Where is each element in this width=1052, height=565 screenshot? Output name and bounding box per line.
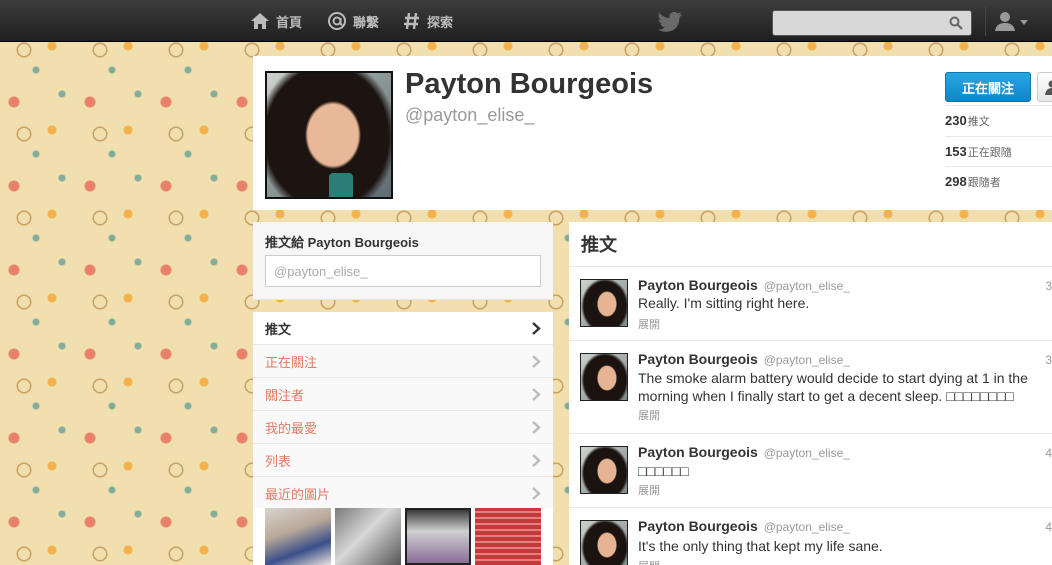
tweet-text: It's the only thing that kept my life sa… [638,538,883,554]
tweet-avatar[interactable] [580,279,628,327]
profile-avatar[interactable] [265,71,393,199]
tweet-item[interactable]: Payton Bourgeois @payton_elise_ 4 It's t… [569,508,1052,565]
tweet-item[interactable]: Payton Bourgeois @payton_elise_ 3 Really… [569,267,1052,341]
side-nav-label: 正在關注 [265,354,318,370]
tweet-item[interactable]: Payton Bourgeois @payton_elise_ 3 The sm… [569,341,1052,434]
chevron-down-icon [1020,20,1028,25]
stat-tweets-label: 推文 [967,115,990,128]
tweet-expand-link[interactable]: 展開 [638,482,660,498]
tweet-header: Payton Bourgeois @payton_elise_ [638,351,850,367]
tweet-expand-link[interactable]: 展開 [638,407,660,423]
chevron-right-icon [531,322,541,338]
side-nav-followers[interactable]: 關注者 [253,378,553,411]
tweet-expand-link[interactable]: 展開 [638,558,660,565]
stat-followers[interactable]: 298 跟隨者 [945,166,1052,196]
topbar-divider [985,6,986,36]
tweet-to-input[interactable] [265,255,541,287]
timeline-header: 推文 [569,222,1052,267]
recent-images-grid [253,508,553,565]
chevron-right-icon [531,421,541,437]
stat-followers-count: 298 [945,174,967,189]
tweet-timestamp[interactable]: 4 [1045,446,1052,460]
tweet-text: The smoke alarm battery would decide to … [638,370,1028,404]
stat-following-label: 正在跟隨 [967,146,1012,159]
profile-screen-name: @payton_elise_ [405,105,535,125]
profile-side-nav: 推文 正在關注 關注者 我的最愛 列表 最近的圖片 [253,312,553,510]
tweet-author-handle[interactable]: @payton_elise_ [764,279,850,293]
tweet-header: Payton Bourgeois @payton_elise_ [638,444,850,460]
recent-image-thumbnail[interactable] [475,508,541,565]
tweet-timestamp[interactable]: 4 [1045,520,1052,534]
tweet-text: Really. I'm sitting right here. [638,295,810,311]
user-icon [994,10,1016,35]
user-icon [1045,79,1052,98]
nav-connect[interactable]: 聯繫 [327,0,379,42]
tweet-author-name[interactable]: Payton Bourgeois [638,444,758,460]
side-nav-following[interactable]: 正在關注 [253,345,553,378]
user-actions-button[interactable] [1037,72,1052,102]
profile-full-name: Payton Bourgeois [405,68,654,100]
tweet-item[interactable]: Payton Bourgeois @payton_elise_ 4 □□□□□□… [569,434,1052,508]
chevron-right-icon [531,454,541,470]
recent-image-thumbnail[interactable] [335,508,401,565]
at-icon [327,11,347,31]
search-box [772,10,972,36]
profile-header-card: Payton Bourgeois @payton_elise_ 正在關注 230… [253,56,1052,210]
nav-discover-label: 探索 [427,14,454,30]
side-nav-label: 最近的圖片 [265,486,331,502]
chevron-right-icon [531,388,541,404]
tweet-avatar[interactable] [580,446,628,494]
tweet-avatar[interactable] [580,353,628,401]
side-nav-recent-images[interactable]: 最近的圖片 [253,477,553,510]
top-navigation-bar: 首頁 聯繫 探索 [0,0,1052,42]
side-nav-label: 列表 [265,453,292,469]
tweet-author-handle[interactable]: @payton_elise_ [764,520,850,534]
following-button[interactable]: 正在關注 [945,72,1031,102]
side-nav-label: 推文 [265,321,292,337]
twitter-bird-icon[interactable] [657,11,683,36]
nav-home-label: 首頁 [276,14,303,30]
home-icon [250,12,270,30]
tweet-timestamp[interactable]: 3 [1045,279,1052,293]
tweet-to-box: 推文給 Payton Bourgeois [253,222,553,300]
tweet-expand-link[interactable]: 展開 [638,316,660,332]
nav-connect-label: 聯繫 [353,14,380,30]
stat-followers-label: 跟隨者 [967,176,1001,189]
tweets-timeline: 推文 Payton Bourgeois @payton_elise_ 3 Rea… [569,222,1052,565]
side-nav-label: 關注者 [265,387,305,403]
stat-tweets[interactable]: 230 推文 [945,105,1052,135]
tweet-author-handle[interactable]: @payton_elise_ [764,446,850,460]
tweet-author-name[interactable]: Payton Bourgeois [638,518,758,534]
nav-discover[interactable]: 探索 [403,0,453,42]
side-nav-label: 我的最愛 [265,420,318,436]
recent-image-thumbnail[interactable] [405,508,471,565]
tweet-text: □□□□□□ [638,463,689,479]
side-nav-tweets[interactable]: 推文 [253,312,553,345]
tweet-avatar[interactable] [580,520,628,565]
tweet-author-name[interactable]: Payton Bourgeois [638,351,758,367]
user-menu-button[interactable] [994,10,1028,35]
side-nav-lists[interactable]: 列表 [253,444,553,477]
chevron-right-icon [531,355,541,371]
stat-following-count: 153 [945,144,967,159]
stat-following[interactable]: 153 正在跟隨 [945,136,1052,166]
tweet-header: Payton Bourgeois @payton_elise_ [638,518,850,534]
search-icon[interactable] [949,16,963,33]
nav-home[interactable]: 首頁 [250,0,302,42]
hashtag-icon [403,11,421,31]
tweet-author-name[interactable]: Payton Bourgeois [638,277,758,293]
stat-tweets-count: 230 [945,113,967,128]
tweet-to-title: 推文給 Payton Bourgeois [265,235,419,250]
tweet-author-handle[interactable]: @payton_elise_ [764,353,850,367]
search-input[interactable] [773,11,943,35]
tweet-timestamp[interactable]: 3 [1045,353,1052,367]
recent-image-thumbnail[interactable] [265,508,331,565]
tweet-header: Payton Bourgeois @payton_elise_ [638,277,850,293]
side-nav-favorites[interactable]: 我的最愛 [253,411,553,444]
chevron-right-icon [531,487,541,503]
